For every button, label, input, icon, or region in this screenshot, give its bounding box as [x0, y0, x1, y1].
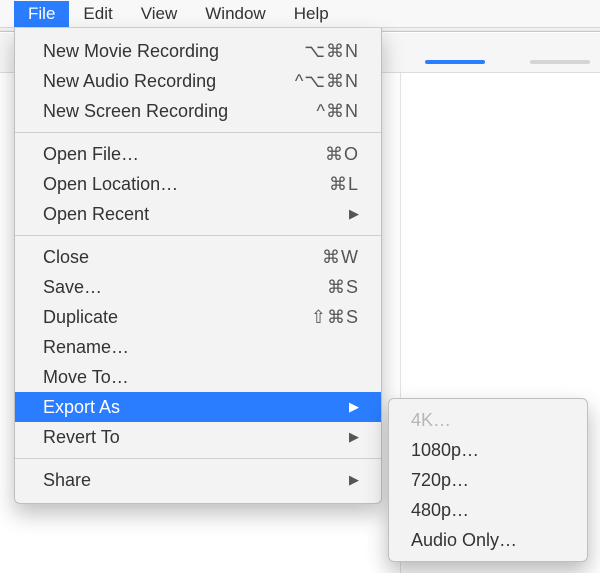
- submenu-item-audio-only[interactable]: Audio Only…: [389, 525, 587, 555]
- chevron-right-icon: ▶: [349, 399, 359, 415]
- file-menu-dropdown: New Movie Recording ⌥⌘N New Audio Record…: [14, 28, 382, 504]
- menu-item-open-file[interactable]: Open File… ⌘O: [15, 139, 381, 169]
- chevron-right-icon: ▶: [349, 429, 359, 445]
- menu-item-save[interactable]: Save… ⌘S: [15, 272, 381, 302]
- menu-separator: [15, 235, 381, 236]
- menu-label: Rename…: [43, 337, 359, 358]
- menu-label: Export As: [43, 397, 339, 418]
- menubar: File Edit View Window Help: [0, 0, 600, 28]
- menu-separator: [15, 132, 381, 133]
- menu-shortcut: ⌘O: [325, 144, 359, 165]
- menubar-item-edit[interactable]: Edit: [69, 1, 126, 27]
- menu-label: Open Location…: [43, 174, 329, 195]
- menu-shortcut: ^⌥⌘N: [295, 71, 359, 92]
- menu-item-open-recent[interactable]: Open Recent ▶: [15, 199, 381, 229]
- menu-label: 4K…: [411, 410, 567, 431]
- menu-item-duplicate[interactable]: Duplicate ⇧⌘S: [15, 302, 381, 332]
- menu-label: New Screen Recording: [43, 101, 317, 122]
- submenu-item-480p[interactable]: 480p…: [389, 495, 587, 525]
- menu-label: Audio Only…: [411, 530, 567, 551]
- menu-label: Save…: [43, 277, 327, 298]
- menu-shortcut: ⌘L: [329, 174, 359, 195]
- menu-shortcut: ⌘S: [327, 277, 359, 298]
- tab-indicator-inactive: [530, 60, 590, 64]
- chevron-right-icon: ▶: [349, 206, 359, 222]
- menu-item-export-as[interactable]: Export As ▶: [15, 392, 381, 422]
- submenu-item-4k: 4K…: [389, 405, 587, 435]
- menubar-item-help[interactable]: Help: [280, 1, 343, 27]
- menu-item-revert-to[interactable]: Revert To ▶: [15, 422, 381, 452]
- menu-item-close[interactable]: Close ⌘W: [15, 242, 381, 272]
- menu-label: 720p…: [411, 470, 567, 491]
- menu-separator: [15, 458, 381, 459]
- menu-label: Move To…: [43, 367, 359, 388]
- menu-item-new-movie-recording[interactable]: New Movie Recording ⌥⌘N: [15, 36, 381, 66]
- menu-label: New Movie Recording: [43, 41, 304, 62]
- tab-indicator-active: [425, 60, 485, 64]
- menu-item-new-screen-recording[interactable]: New Screen Recording ^⌘N: [15, 96, 381, 126]
- submenu-item-1080p[interactable]: 1080p…: [389, 435, 587, 465]
- menubar-item-window[interactable]: Window: [191, 1, 279, 27]
- menu-shortcut: ⌥⌘N: [304, 41, 359, 62]
- menu-label: New Audio Recording: [43, 71, 295, 92]
- submenu-item-720p[interactable]: 720p…: [389, 465, 587, 495]
- menu-item-open-location[interactable]: Open Location… ⌘L: [15, 169, 381, 199]
- menu-label: Revert To: [43, 427, 339, 448]
- menu-label: Share: [43, 470, 339, 491]
- menubar-item-file[interactable]: File: [14, 1, 69, 27]
- menu-item-new-audio-recording[interactable]: New Audio Recording ^⌥⌘N: [15, 66, 381, 96]
- menu-shortcut: ^⌘N: [317, 101, 359, 122]
- menu-label: Open File…: [43, 144, 325, 165]
- menu-item-rename[interactable]: Rename…: [15, 332, 381, 362]
- menu-item-share[interactable]: Share ▶: [15, 465, 381, 495]
- menubar-item-view[interactable]: View: [127, 1, 192, 27]
- menu-shortcut: ⌘W: [322, 247, 359, 268]
- menu-label: Close: [43, 247, 322, 268]
- export-as-submenu: 4K… 1080p… 720p… 480p… Audio Only…: [388, 398, 588, 562]
- menu-item-move-to[interactable]: Move To…: [15, 362, 381, 392]
- menu-label: Duplicate: [43, 307, 311, 328]
- menu-label: Open Recent: [43, 204, 339, 225]
- menu-label: 1080p…: [411, 440, 567, 461]
- chevron-right-icon: ▶: [349, 472, 359, 488]
- menu-label: 480p…: [411, 500, 567, 521]
- menu-shortcut: ⇧⌘S: [311, 307, 359, 328]
